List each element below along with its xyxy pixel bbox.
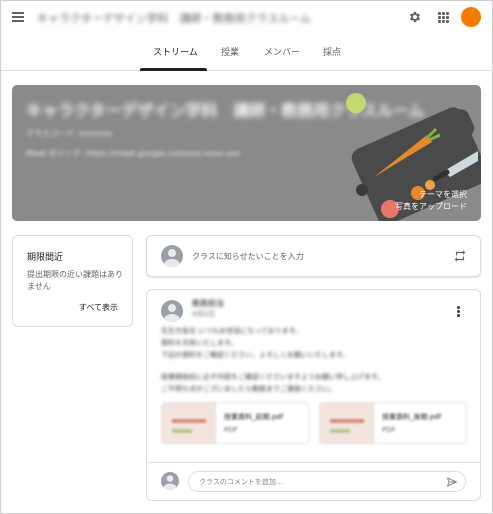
post-author: 教務担当 [192, 299, 224, 308]
classroom-page: キャラクターデザイン学科 講師・教務用クラスルーム ストリーム 授業 メンバー … [0, 0, 493, 514]
upcoming-title: 期限間近 [27, 253, 64, 263]
commenter-avatar [161, 472, 179, 490]
active-tab-indicator [140, 68, 207, 71]
tab-stream[interactable]: ストリーム [153, 45, 198, 58]
more-options-icon[interactable] [457, 306, 461, 318]
banner-class-code: クラスコード: xxxxxxx [26, 129, 113, 138]
post-text-line: 資料を共有いたします。 [161, 339, 238, 347]
stream-post: 教務担当 4月1日 先生方各位 いつもお世話になっております。 資料を共有いたし… [146, 289, 481, 501]
announcement-placeholder[interactable]: クラスに知らせたいことを入力 [192, 251, 304, 262]
user-avatar [161, 245, 183, 267]
class-title[interactable]: キャラクターデザイン学科 講師・教務用クラスルーム [37, 10, 311, 26]
top-app-bar: キャラクターデザイン学科 講師・教務用クラスルーム [1, 1, 493, 35]
comment-placeholder[interactable]: クラスのコメントを追加... [199, 477, 283, 487]
attachment-type: PDF [382, 426, 396, 434]
google-apps-icon[interactable] [438, 12, 449, 23]
class-comment-input[interactable]: クラスのコメントを追加... [188, 471, 466, 492]
hamburger-menu-icon[interactable] [12, 12, 24, 22]
attachment-card[interactable]: 授業資料_前期.pdf PDF [161, 402, 309, 444]
post-text-line: 下記の資料をご確認ください。よろしくお願いいたします。 [161, 351, 350, 359]
send-icon[interactable] [446, 476, 458, 488]
upcoming-card: 期限間近 提出期限の近い課題はありません すべて表示 [12, 235, 133, 327]
upload-photo-link[interactable]: 写真をアップロード [395, 201, 467, 212]
class-banner: キャラクターデザイン学科 講師・教務用クラスルーム クラスコード: xxxxxx… [12, 85, 481, 221]
attachment-card[interactable]: 授業資料_後期.pdf PDF [319, 402, 467, 444]
account-avatar[interactable] [461, 7, 481, 27]
banner-meet-link[interactable]: Meet のリンク: https://meet.google.com/xxx-x… [26, 148, 240, 159]
upcoming-empty-text: 提出期限の近い課題はありません [27, 270, 123, 291]
view-all-link[interactable]: すべて表示 [79, 302, 118, 313]
post-text-line: ご不明な点がございましたら教務までご連絡ください。 [161, 385, 336, 393]
attachment-type: PDF [224, 426, 238, 434]
tab-bar: ストリーム 授業 メンバー 採点 [1, 35, 493, 71]
announcement-composer[interactable]: クラスに知らせたいことを入力 [146, 235, 481, 277]
post-text-line: 授業開始前に必ず内容をご確認くださいますようお願い申し上げます。 [161, 373, 385, 381]
post-author-avatar [161, 300, 183, 322]
attachment-name: 授業資料_後期.pdf [382, 413, 442, 421]
post-text-line: 先生方各位 いつもお世話になっております。 [161, 327, 302, 335]
post-date: 4月1日 [192, 310, 215, 318]
gear-icon[interactable] [408, 10, 422, 24]
select-theme-link[interactable]: テーマを選択 [419, 189, 467, 200]
tab-classwork[interactable]: 授業 [221, 45, 239, 58]
divider [147, 462, 480, 463]
tab-people[interactable]: メンバー [264, 45, 300, 58]
attachment-name: 授業資料_前期.pdf [224, 413, 284, 421]
repost-icon[interactable] [453, 249, 467, 263]
tab-grades[interactable]: 採点 [323, 45, 341, 58]
attachment-thumbnail [320, 403, 374, 443]
attachment-thumbnail [162, 403, 216, 443]
